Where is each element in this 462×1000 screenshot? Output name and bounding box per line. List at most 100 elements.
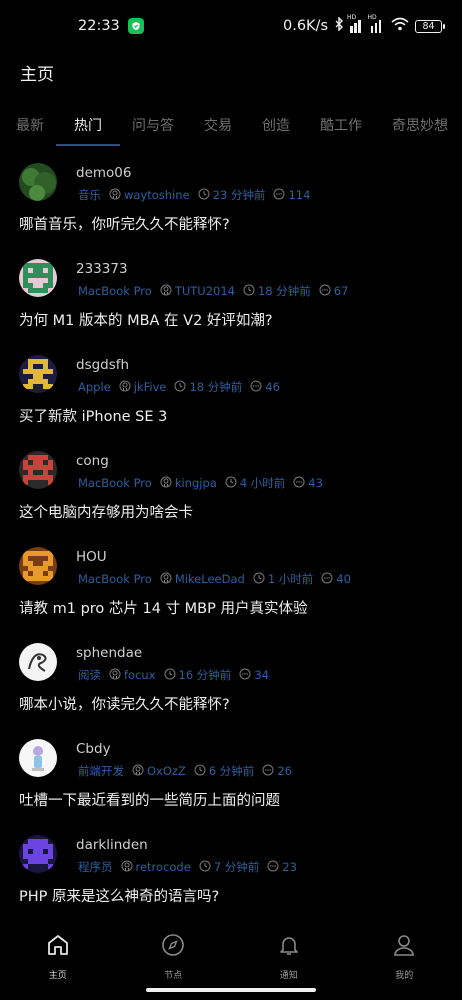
author-name[interactable]: waytoshine [124, 188, 190, 202]
author-name[interactable]: TUTU2014 [175, 284, 235, 298]
topic-meta: 程序员 retrocode 7 分钟前 23 [78, 859, 297, 875]
clock-icon [174, 380, 186, 395]
tab-bar: 最新 热门 问与答 交易 创造 酷工作 奇思妙想 [0, 116, 462, 146]
avatar[interactable] [19, 451, 57, 489]
topic-title[interactable]: PHP 原来是这么神奇的语言吗? [19, 885, 219, 906]
topic-item[interactable]: HOU MacBook Pro MikeLeeDad 1 小时前 40 请教 m1 pro… [0, 540, 462, 636]
username[interactable]: HOU [76, 549, 107, 565]
topic-title[interactable]: 买了新款 iPhone SE 3 [19, 405, 167, 426]
signal-icon: HD [347, 14, 365, 33]
author-group: kingjpa [160, 476, 217, 491]
reply-count: 114 [288, 188, 311, 202]
node-tag[interactable]: MacBook Pro [78, 284, 152, 298]
topic-time: 7 分钟前 [213, 860, 260, 874]
tab-0[interactable]: 最新 [16, 116, 44, 146]
tab-3[interactable]: 交易 [204, 116, 232, 146]
author-name[interactable]: jkFive [134, 380, 167, 394]
topic-item[interactable]: darklinden 程序员 retrocode 7 分钟前 23 PHP 原来是这么神奇… [0, 828, 462, 924]
tab-2[interactable]: 问与答 [132, 116, 174, 146]
topic-time: 16 分钟前 [178, 668, 232, 682]
reply-group: 40 [321, 572, 351, 587]
topic-time: 4 小时前 [239, 476, 286, 490]
topic-title[interactable]: 为何 M1 版本的 MBA 在 V2 好评如潮? [19, 309, 273, 330]
time-group: 1 小时前 [253, 571, 313, 587]
topic-meta: MacBook Pro MikeLeeDad 1 小时前 40 [78, 571, 351, 587]
clock-icon [253, 572, 265, 587]
avatar[interactable] [19, 739, 57, 777]
shield-icon [127, 18, 144, 34]
username[interactable]: 233373 [76, 261, 128, 277]
reply-count: 40 [336, 572, 351, 586]
node-tag[interactable]: 阅读 [78, 667, 101, 683]
topic-title[interactable]: 请教 m1 pro 芯片 14 寸 MBP 用户真实体验 [19, 597, 307, 618]
node-tag[interactable]: MacBook Pro [78, 572, 152, 586]
topic-meta: 音乐 waytoshine 23 分钟前 114 [78, 187, 310, 203]
topic-title[interactable]: 哪首音乐，你听完久久不能释怀? [19, 213, 230, 234]
tab-4[interactable]: 创造 [262, 116, 290, 146]
username[interactable]: sphendae [76, 645, 142, 661]
node-tag[interactable]: 程序员 [78, 859, 113, 875]
github-icon [119, 380, 131, 395]
avatar[interactable] [19, 163, 57, 201]
topic-item[interactable]: 233373 MacBook Pro TUTU2014 18 分钟前 67 为何 M1 版… [0, 252, 462, 348]
author-name[interactable]: focux [124, 668, 156, 682]
topic-title[interactable]: 哪本小说，你读完久久不能释怀? [19, 693, 230, 714]
page-title: 主页 [20, 65, 54, 85]
clock-icon [198, 188, 210, 203]
topic-item[interactable]: dsgdsfh Apple jkFive 18 分钟前 46 买了新款 iPhone SE… [0, 348, 462, 444]
topic-item[interactable]: Cbdy 前端开发 OxOzZ 6 分钟前 26 吐槽一下最近看到的一些简历上面的问题 [0, 732, 462, 828]
topic-time: 23 分钟前 [212, 188, 266, 202]
status-bar: 22:33 0.6K/s HD HD 84 [0, 0, 462, 52]
author-name[interactable]: OxOzZ [147, 764, 186, 778]
github-icon [132, 764, 144, 779]
time-group: 6 分钟前 [194, 763, 254, 779]
signal-icon-2: HD [368, 14, 386, 33]
topic-time: 18 分钟前 [257, 284, 311, 298]
author-name[interactable]: retrocode [136, 860, 191, 874]
node-tag[interactable]: Apple [78, 380, 111, 394]
tab-1[interactable]: 热门 [56, 116, 120, 146]
time-group: 16 分钟前 [164, 667, 232, 683]
compass-icon [160, 932, 186, 962]
reply-group: 23 [267, 860, 297, 875]
nav-label: 主页 [48, 971, 67, 981]
username[interactable]: demo06 [76, 165, 131, 181]
avatar[interactable] [19, 835, 57, 873]
topic-meta: MacBook Pro TUTU2014 18 分钟前 67 [78, 283, 348, 299]
github-icon [160, 284, 172, 299]
topic-meta: Apple jkFive 18 分钟前 46 [78, 379, 280, 395]
nav-item-3[interactable]: 我的 [359, 922, 449, 1000]
username[interactable]: dsgdsfh [76, 357, 129, 373]
avatar[interactable] [19, 259, 57, 297]
net-speed: 0.6K/s [282, 18, 328, 34]
nav-item-0[interactable]: 主页 [13, 922, 103, 1000]
username[interactable]: cong [76, 453, 109, 469]
github-icon [109, 668, 121, 683]
tab-5[interactable]: 酷工作 [320, 116, 362, 146]
username[interactable]: darklinden [76, 837, 148, 853]
topic-item[interactable]: demo06 音乐 waytoshine 23 分钟前 114 哪首音乐，你听完久久不能释… [0, 156, 462, 252]
topic-title[interactable]: 这个电脑内存够用为啥会卡 [19, 501, 193, 522]
home-icon [45, 932, 71, 962]
author-group: retrocode [121, 860, 191, 875]
username[interactable]: Cbdy [76, 741, 111, 757]
clock-icon [199, 860, 211, 875]
topic-item[interactable]: sphendae 阅读 focux 16 分钟前 34 哪本小说，你读完久久不能释怀? [0, 636, 462, 732]
home-indicator [146, 988, 316, 992]
topic-item[interactable]: cong MacBook Pro kingjpa 4 小时前 43 这个电脑内存够用为啥会… [0, 444, 462, 540]
github-icon [160, 476, 172, 491]
topic-title[interactable]: 吐槽一下最近看到的一些简历上面的问题 [19, 789, 280, 810]
tab-6[interactable]: 奇思妙想 [392, 116, 448, 146]
avatar[interactable] [19, 547, 57, 585]
node-tag[interactable]: 前端开发 [78, 763, 124, 779]
topic-meta: MacBook Pro kingjpa 4 小时前 43 [78, 475, 323, 491]
node-tag[interactable]: 音乐 [78, 187, 101, 203]
author-name[interactable]: kingjpa [175, 476, 217, 490]
avatar[interactable] [19, 643, 57, 681]
github-icon [160, 572, 172, 587]
bell-icon [276, 932, 302, 962]
node-tag[interactable]: MacBook Pro [78, 476, 152, 490]
topic-time: 18 分钟前 [189, 380, 243, 394]
avatar[interactable] [19, 355, 57, 393]
author-name[interactable]: MikeLeeDad [175, 572, 245, 586]
